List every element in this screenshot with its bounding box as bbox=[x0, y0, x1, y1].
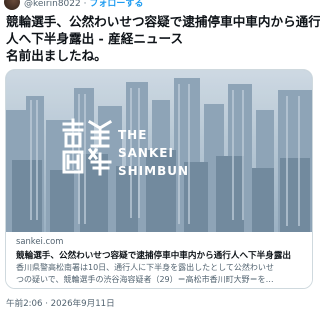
sankei-logo-mark bbox=[62, 118, 113, 176]
sankei-logo-text: THE SANKEI SHIMBUN bbox=[118, 126, 189, 180]
tweet-timestamp[interactable]: 午前2:06 · 2026年9月11日 bbox=[6, 297, 115, 309]
card-body[interactable]: sankei.com 競輪選手、公然わいせつ容疑で逮捕停車中車内から通行人へ下半… bbox=[6, 232, 312, 288]
tweet-text-line: 人へ下半身露出 - 産経ニュース bbox=[6, 31, 184, 46]
tweet-text: 競輪選手、公然わいせつ容疑で逮捕停車中車内から通行 人へ下半身露出 - 産経ニュ… bbox=[6, 13, 320, 64]
logo-text-line: THE bbox=[118, 128, 148, 142]
card-image[interactable]: THE SANKEI SHIMBUN bbox=[6, 70, 312, 232]
avatar[interactable] bbox=[4, 0, 20, 10]
logo-text-line: SHIMBUN bbox=[118, 164, 190, 178]
link-preview-card[interactable]: THE SANKEI SHIMBUN sankei.com 競輪選手、公然わいせ… bbox=[5, 69, 313, 289]
follow-button[interactable]: フォローする bbox=[89, 0, 143, 9]
user-handle[interactable]: @keirin8022 bbox=[24, 0, 81, 9]
logo-text-line: SANKEI bbox=[118, 146, 174, 160]
card-description: 香川県警高松南署は10日、通行人に下半身を露出したとして公然わいせ つの疑いで、… bbox=[16, 262, 308, 286]
card-title[interactable]: 競輪選手、公然わいせつ容疑で逮捕停車中車内から通行人へ下半身露出 bbox=[16, 249, 308, 261]
sankei-logo: THE SANKEI SHIMBUN bbox=[58, 118, 190, 182]
card-description-line: つの疑いで、競輪選手の渋谷海容疑者（29）＝高松市香川町大野＝を… bbox=[16, 275, 274, 284]
card-domain: sankei.com bbox=[16, 236, 64, 246]
tweet-header: @keirin8022 · フォローする bbox=[0, 0, 320, 10]
card-description-line: 香川県警高松南署は10日、通行人に下半身を露出したとして公然わいせ bbox=[16, 263, 274, 272]
tweet-text-line: 競輪選手、公然わいせつ容疑で逮捕停車中車内から通行 bbox=[6, 14, 320, 29]
tweet-text-line: 名前出ましたね。 bbox=[6, 48, 107, 63]
user-handle-row: @keirin8022 · フォローする bbox=[24, 0, 143, 10]
